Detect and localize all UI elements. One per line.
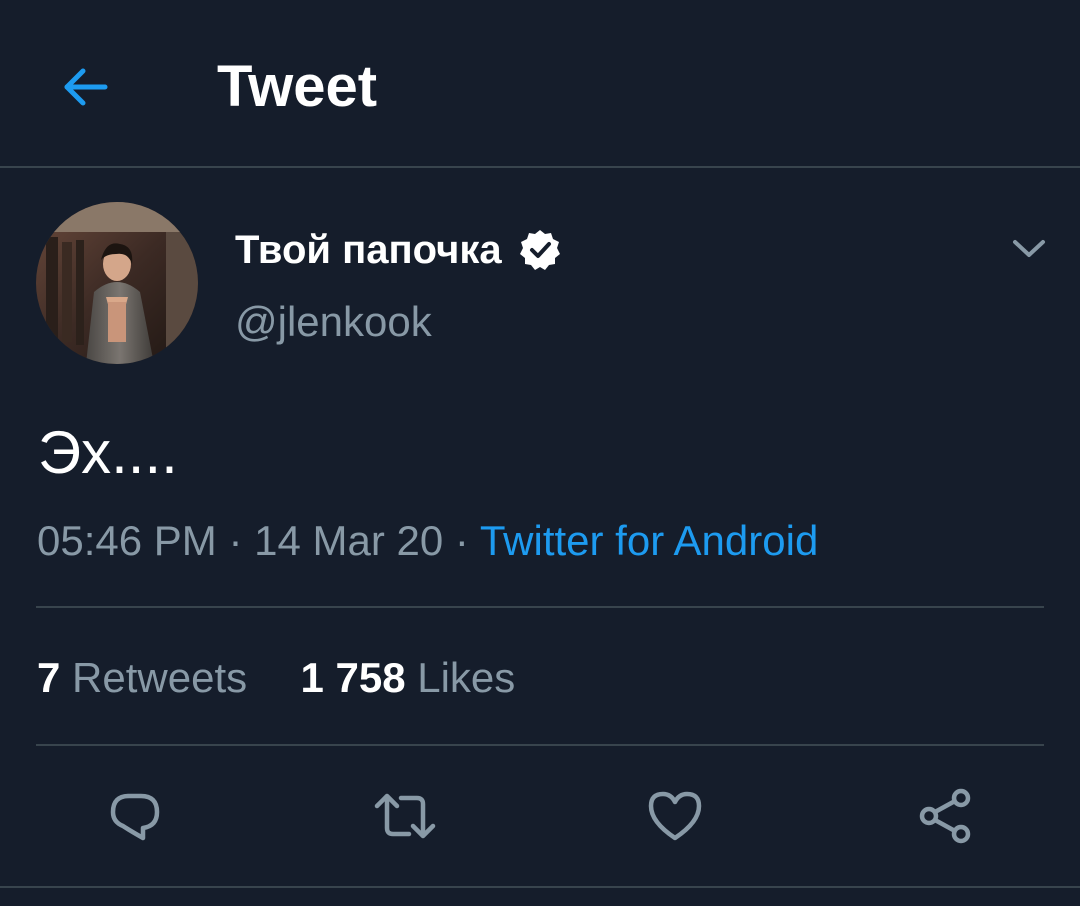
avatar-image xyxy=(36,202,198,364)
back-button[interactable] xyxy=(50,52,120,122)
heart-icon xyxy=(648,791,702,841)
tweet-menu-button[interactable] xyxy=(1006,228,1052,268)
share-button[interactable] xyxy=(909,780,981,852)
author-name-row[interactable]: Твой папочка xyxy=(235,224,562,276)
share-icon xyxy=(919,788,971,844)
page-title: Tweet xyxy=(217,54,378,119)
reply-icon xyxy=(110,793,160,841)
retweets-count: 7 xyxy=(37,654,61,701)
reply-button[interactable] xyxy=(99,780,171,852)
tweet-time: 05:46 PM xyxy=(37,517,217,564)
retweet-button[interactable] xyxy=(369,780,441,852)
tweet-action-bar xyxy=(0,780,1080,852)
arrow-left-icon xyxy=(64,68,108,106)
divider xyxy=(36,744,1044,746)
meta-separator: · xyxy=(454,517,469,564)
tweet-detail-screen: Tweet Твой папочка @jlenkook Эх.... 05:4… xyxy=(0,0,1080,906)
author-display-name: Твой папочка xyxy=(235,228,502,272)
retweets-label: Retweets xyxy=(72,654,248,701)
divider xyxy=(0,886,1080,888)
meta-separator: · xyxy=(228,517,243,564)
likes-count: 1 758 xyxy=(300,654,406,701)
tweet-text: Эх.... xyxy=(38,419,178,486)
like-button[interactable] xyxy=(639,780,711,852)
verified-badge-icon xyxy=(518,228,562,272)
divider xyxy=(36,606,1044,608)
tweet-stats: 7 Retweets 1 758 Likes xyxy=(37,652,515,704)
avatar[interactable] xyxy=(36,202,198,364)
retweets-stat[interactable]: 7 Retweets xyxy=(37,652,247,704)
likes-label: Likes xyxy=(417,654,516,701)
tweet-metadata: 05:46 PM · 14 Mar 20 · Twitter for Andro… xyxy=(37,515,818,567)
retweet-icon xyxy=(374,793,436,839)
top-app-bar: Tweet xyxy=(0,0,1080,168)
likes-stat[interactable]: 1 758 Likes xyxy=(300,652,515,704)
tweet-source-link[interactable]: Twitter for Android xyxy=(480,517,818,564)
chevron-down-icon xyxy=(1013,240,1045,257)
author-handle[interactable]: @jlenkook xyxy=(235,296,432,348)
tweet-date: 14 Mar 20 xyxy=(254,517,444,564)
